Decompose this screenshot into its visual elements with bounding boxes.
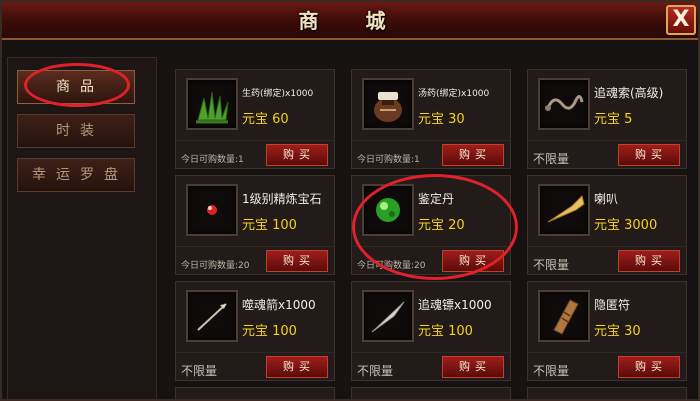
item-icon-slot[interactable] [362,290,414,342]
purchase-limit: 不限量 [533,152,570,166]
item-card: 汤药(绑定)x1000 元宝 30 今日可购数量:1 购买 [351,69,511,169]
item-price: 元宝 100 [242,324,297,339]
herb-icon [196,91,229,124]
buy-button[interactable]: 购买 [618,356,680,378]
highlight-circle-category [24,63,130,107]
buy-button[interactable]: 购买 [618,250,680,272]
item-name: 追魂镖x1000 [418,298,492,312]
item-name: 噬魂箭x1000 [242,298,316,312]
buy-button[interactable]: 购买 [266,250,328,272]
item-price: 元宝 3000 [594,218,658,233]
item-price: 元宝 100 [242,218,297,233]
shop-window: 商 城 X 商品 时装 幸运罗盘 生药(绑定)x1000 元宝 60 今日可购数… [0,0,700,401]
category-panel: 商品 时装 幸运罗盘 [7,57,157,399]
item-icon-slot[interactable] [538,290,590,342]
item-icon-slot[interactable] [538,184,590,236]
item-card: 追魂镖x1000 元宝 100 不限量 购买 [351,281,511,381]
purchase-limit: 不限量 [533,364,570,378]
item-icon-slot[interactable] [538,78,590,130]
buy-button[interactable]: 购买 [442,144,504,166]
item-icon-slot[interactable] [362,78,414,130]
purchase-limit: 不限量 [357,364,394,378]
category-tab-fashion[interactable]: 时装 [17,114,135,148]
buy-button[interactable]: 购买 [266,144,328,166]
purchase-limit: 今日可购数量:1 [357,155,420,165]
talisman-icon [553,299,579,335]
red-gem-icon [207,205,217,215]
item-card-partial [351,387,511,399]
close-button[interactable]: X [666,5,696,35]
item-icon-slot[interactable] [186,290,238,342]
title-bar: 商 城 X [2,2,698,40]
item-price: 元宝 5 [594,112,633,127]
item-icon-slot[interactable] [186,78,238,130]
buy-button[interactable]: 购买 [618,144,680,166]
potion-pot-icon [374,92,402,122]
item-card: 噬魂箭x1000 元宝 100 不限量 购买 [175,281,335,381]
item-name: 1级别精炼宝石 [242,192,322,206]
item-card: 生药(绑定)x1000 元宝 60 今日可购数量:1 购买 [175,69,335,169]
dart-icon [371,301,405,333]
item-name: 汤药(绑定)x1000 [418,89,490,99]
item-name: 生药(绑定)x1000 [242,89,314,99]
item-price: 元宝 30 [594,324,641,339]
item-card: 追魂索(高级) 元宝 5 不限量 购买 [527,69,687,169]
buy-button[interactable]: 购买 [266,356,328,378]
purchase-limit: 不限量 [533,258,570,272]
purchase-limit: 今日可购数量:1 [181,155,244,165]
buy-button[interactable]: 购买 [442,356,504,378]
item-card: 喇叭 元宝 3000 不限量 购买 [527,175,687,275]
item-price: 元宝 60 [242,112,289,127]
horn-icon [547,195,585,223]
item-card: 隐匿符 元宝 30 不限量 购买 [527,281,687,381]
category-tab-lucky-compass[interactable]: 幸运罗盘 [17,158,135,192]
item-card-partial [527,387,687,399]
item-name: 追魂索(高级) [594,86,664,100]
rope-icon [545,95,584,111]
purchase-limit: 不限量 [181,364,218,378]
item-price: 元宝 100 [418,324,473,339]
arrow-icon [197,303,227,331]
purchase-limit: 今日可购数量:20 [181,261,250,271]
item-card-partial [175,387,335,399]
item-price: 元宝 30 [418,112,465,127]
item-icon-slot[interactable] [186,184,238,236]
item-name: 喇叭 [594,192,619,206]
item-card: 1级别精炼宝石 元宝 100 今日可购数量:20 购买 [175,175,335,275]
window-title: 商 城 [298,9,406,33]
item-name: 隐匿符 [594,298,631,312]
highlight-circle-item [352,174,518,280]
